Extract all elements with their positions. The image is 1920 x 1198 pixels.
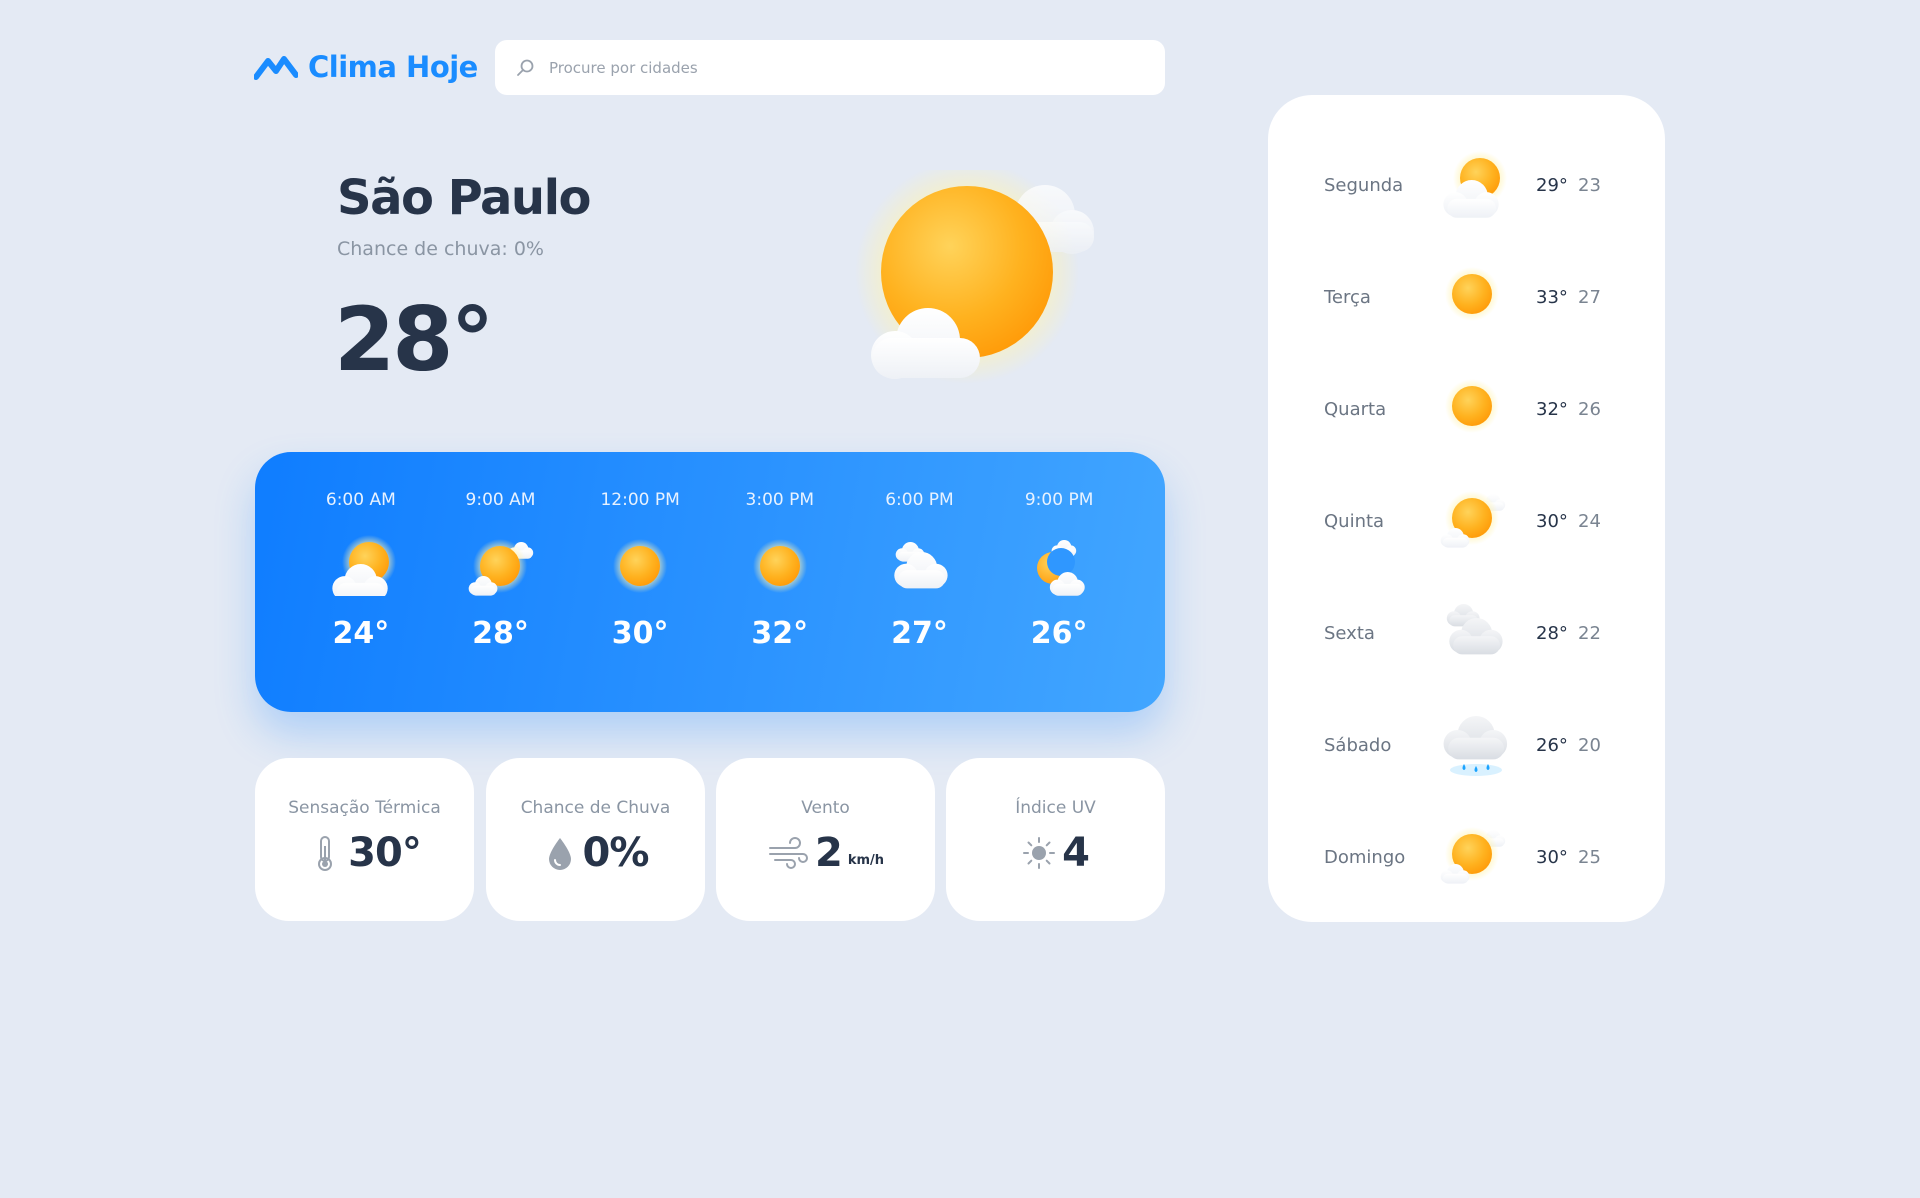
cloudy-weather-icon: [894, 542, 949, 589]
hourly-item: 9:00 AM 28°: [435, 452, 565, 712]
day-row[interactable]: Sábado 26° 20: [1268, 689, 1665, 801]
search-bar[interactable]: [495, 40, 1165, 95]
moon-clouds-weather-icon: [1037, 540, 1085, 596]
sunny-weather-icon: [1445, 379, 1499, 433]
day-name: Quarta: [1324, 398, 1387, 420]
day-row[interactable]: Segunda 29° 23: [1268, 129, 1665, 241]
rain-weather-icon: [1443, 716, 1508, 776]
rain-chance-label: Chance de Chuva: [520, 798, 671, 818]
day-row[interactable]: Sexta 28° 22: [1268, 577, 1665, 689]
day-row[interactable]: Quinta 30° 24: [1268, 465, 1665, 577]
city-name: São Paulo: [337, 170, 592, 226]
day-max-temp: 30°: [1536, 510, 1568, 532]
day-max-temp: 26°: [1536, 734, 1568, 756]
hour-temperature: 24°: [332, 616, 390, 651]
wind-icon: [768, 837, 808, 869]
wind-unit: km/h: [847, 853, 885, 868]
mountain-logo-icon: [254, 56, 298, 80]
day-max-temp: 32°: [1536, 398, 1568, 420]
rain-chance-value: 0%: [582, 830, 650, 876]
day-max-temp: 29°: [1536, 174, 1568, 196]
rain-chance-card: Chance de Chuva 0%: [486, 758, 705, 921]
hourly-item: 3:00 PM 32°: [715, 452, 845, 712]
sunny-small-clouds-weather-icon: [1440, 827, 1506, 884]
hour-time: 9:00 PM: [1024, 490, 1094, 510]
wind-label: Vento: [801, 798, 850, 818]
app-logo[interactable]: Clima Hoje: [254, 50, 478, 84]
day-row[interactable]: Domingo 30° 25: [1268, 801, 1665, 913]
hourly-item: 6:00 PM 27°: [854, 452, 984, 712]
sunny-weather-icon: [613, 539, 668, 593]
search-input[interactable]: [549, 58, 1145, 77]
day-min-temp: 22: [1578, 622, 1601, 644]
day-min-temp: 24: [1578, 510, 1601, 532]
day-name: Sexta: [1324, 622, 1375, 644]
raindrop-icon: [548, 838, 571, 870]
uv-index-value: 4: [1062, 830, 1090, 876]
hourly-item: 9:00 PM 26°: [994, 452, 1124, 712]
day-name: Domingo: [1324, 846, 1406, 868]
hour-time: 3:00 PM: [745, 490, 815, 510]
partly-cloudy-weather-icon: [1443, 151, 1507, 218]
thermometer-icon: [318, 836, 333, 871]
uv-index-label: Índice UV: [1015, 798, 1096, 818]
partly-cloudy-weather-icon: [332, 535, 396, 596]
day-min-temp: 20: [1578, 734, 1601, 756]
sunny-small-clouds-weather-icon: [469, 539, 534, 596]
feels-like-card: Sensação Térmica 30°: [255, 758, 474, 921]
day-min-temp: 27: [1578, 286, 1601, 308]
cloudy-grey-weather-icon: [1446, 604, 1503, 655]
hour-temperature: 32°: [751, 616, 809, 651]
day-max-temp: 33°: [1536, 286, 1568, 308]
sunny-weather-icon: [1445, 267, 1499, 321]
day-name: Quinta: [1324, 510, 1385, 532]
hourly-forecast-card: 6:00 AM 24° 9:00 AM 28° 12:00 PM 30° 3:00 PM 32…: [255, 452, 1165, 712]
day-row[interactable]: Terça 33° 27: [1268, 241, 1665, 353]
rain-chance-text: Chance de chuva: 0%: [337, 238, 544, 260]
hour-time: 6:00 AM: [325, 490, 396, 510]
current-temperature: 28°: [334, 288, 494, 391]
hourly-item: 6:00 AM 24°: [296, 452, 426, 712]
sunny-weather-icon: [752, 539, 807, 593]
hour-time: 9:00 AM: [465, 490, 536, 510]
wind-card: Vento 2 km/h: [716, 758, 935, 921]
day-row[interactable]: Quarta 32° 26: [1268, 353, 1665, 465]
uv-sun-icon: [1023, 837, 1056, 869]
sun-with-clouds-icon: [855, 170, 1094, 384]
weekly-forecast-panel: Segunda 29° 23 Terça 33° 27 Quarta 32° 26 Quinta 3…: [1268, 95, 1665, 922]
hour-temperature: 27°: [891, 616, 948, 651]
app-name: Clima Hoje: [308, 50, 478, 84]
hour-temperature: 26°: [1030, 616, 1088, 651]
day-name: Sábado: [1324, 734, 1392, 756]
day-max-temp: 30°: [1536, 846, 1568, 868]
hour-temperature: 30°: [611, 616, 669, 651]
day-min-temp: 26: [1578, 398, 1601, 420]
feels-like-value: 30°: [348, 830, 422, 876]
wind-value: 2: [814, 830, 843, 876]
search-icon: [517, 59, 534, 76]
day-name: Segunda: [1324, 174, 1404, 196]
hour-time: 12:00 PM: [600, 490, 680, 510]
hourly-item: 12:00 PM 30°: [575, 452, 705, 712]
sunny-small-clouds-weather-icon: [1440, 491, 1506, 548]
hour-temperature: 28°: [472, 616, 529, 651]
day-min-temp: 23: [1578, 174, 1601, 196]
uv-index-card: Índice UV 4: [946, 758, 1165, 921]
day-min-temp: 25: [1578, 846, 1601, 868]
hour-time: 6:00 PM: [885, 490, 954, 510]
feels-like-label: Sensação Térmica: [288, 798, 441, 818]
day-name: Terça: [1324, 286, 1371, 308]
day-max-temp: 28°: [1536, 622, 1568, 644]
